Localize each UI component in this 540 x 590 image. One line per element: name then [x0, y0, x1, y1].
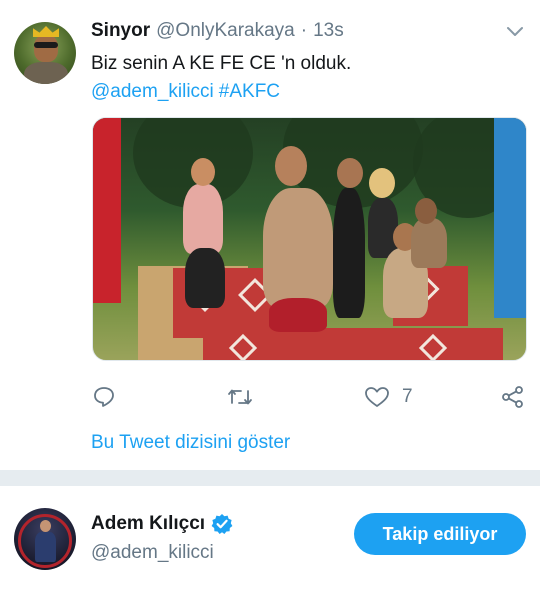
like-count: 7: [402, 386, 413, 407]
show-thread-link[interactable]: Bu Tweet dizisini göster: [91, 432, 290, 454]
author-handle[interactable]: @OnlyKarakaya: [156, 20, 295, 42]
tweet-photo[interactable]: [92, 117, 527, 361]
section-divider: [0, 470, 540, 486]
avatar[interactable]: [14, 508, 76, 570]
mention-link[interactable]: @adem_kilicci: [91, 81, 214, 102]
avatar[interactable]: [14, 22, 76, 84]
user-name[interactable]: Adem Kılıçcı: [91, 513, 205, 535]
retweet-icon: [226, 385, 254, 409]
user-handle[interactable]: @adem_kilicci: [91, 542, 214, 564]
reply-button[interactable]: [92, 383, 116, 411]
share-button[interactable]: [500, 383, 526, 411]
separator-dot: ·: [300, 20, 308, 41]
share-icon: [500, 384, 526, 410]
reply-icon: [92, 385, 116, 409]
tweet[interactable]: Sinyor @OnlyKarakaya · 13s Biz senin A K…: [0, 0, 540, 468]
chevron-down-icon[interactable]: [505, 24, 525, 40]
tweet-header: Sinyor @OnlyKarakaya · 13s: [91, 20, 344, 42]
hashtag-link[interactable]: #AKFC: [219, 81, 280, 102]
tweet-entities: @adem_kilicci #AKFC: [91, 78, 285, 105]
user-name-row: Adem Kılıçcı: [91, 513, 233, 535]
author-name[interactable]: Sinyor: [91, 20, 150, 42]
tweet-timestamp[interactable]: 13s: [313, 20, 344, 42]
like-icon: [364, 385, 390, 409]
retweet-button[interactable]: [226, 383, 254, 411]
user-card[interactable]: Adem Kılıçcı @adem_kilicci Takip ediliyo…: [0, 486, 540, 590]
tweet-actions: 7: [92, 383, 528, 411]
following-button[interactable]: Takip ediliyor: [354, 513, 526, 555]
tweet-text: Biz senin A KE FE CE 'n olduk.: [91, 53, 352, 74]
like-button[interactable]: 7: [364, 383, 413, 411]
verified-badge-icon: [211, 513, 233, 535]
